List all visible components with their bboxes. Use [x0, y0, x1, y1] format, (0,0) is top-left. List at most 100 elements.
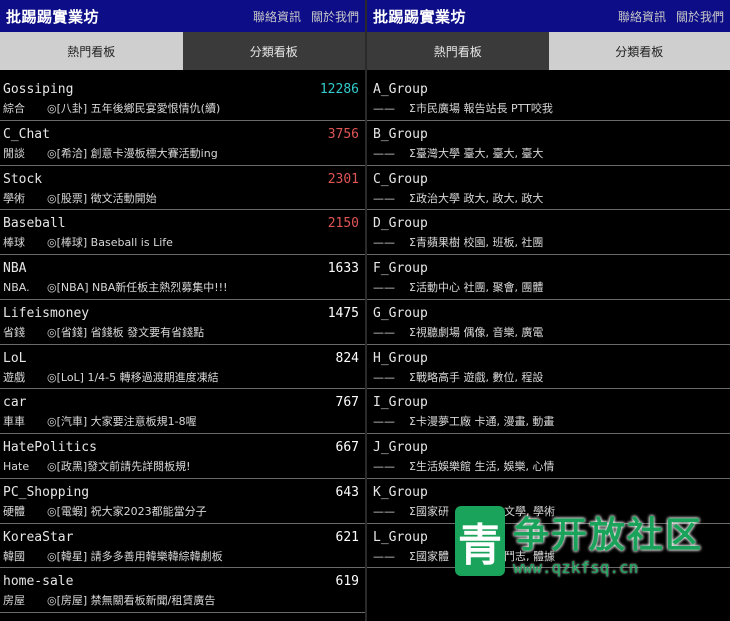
board-description: ◎[八卦] 五年後鄉民宴愛恨情仇(續)	[47, 102, 221, 115]
board-name: Lifeismoney	[3, 305, 90, 321]
board-popularity: 621	[335, 529, 359, 545]
board-row[interactable]: PC_Shopping 643 硬體 ◎[電蝦] 祝大家2023都能當分子	[0, 479, 365, 524]
board-row[interactable]: LoL 824 遊戲 ◎[LoL] 1/4-5 轉移過渡期進度凍結	[0, 345, 365, 390]
group-dash: ——	[373, 504, 395, 518]
app-title: 批踢踢實業坊	[6, 7, 100, 26]
board-row[interactable]: Stock 2301 學術 ◎[股票] 徵文活動開始	[0, 166, 365, 211]
watermark-text: 争开放社区	[513, 514, 704, 556]
board-description: ◎[棒球] Baseball is Life	[47, 236, 173, 250]
board-row[interactable]: Gossiping 12286 綜合 ◎[八卦] 五年後鄉民宴愛恨情仇(續)	[0, 76, 365, 121]
board-category: 遊戲	[3, 370, 25, 384]
board-category: 車車	[3, 415, 25, 429]
board-row[interactable]: KoreaStar 621 韓國 ◎[韓星] 請多多善用韓樂韓綜韓劇板	[0, 524, 365, 569]
board-popularity: 667	[335, 440, 359, 455]
about-link[interactable]: 關於我們	[676, 8, 724, 25]
board-category: 韓國	[3, 549, 25, 563]
board-row[interactable]: car 767 車車 ◎[汽車] 大家要注意板規1-8喔	[0, 389, 365, 434]
group-description: Σ卡漫夢工廠 卡通, 漫畫, 動畫	[409, 415, 555, 429]
top-bar: 批踢踢實業坊 聯絡資訊 關於我們	[367, 0, 730, 32]
group-row[interactable]: A_Group —— Σ市民廣場 報告站長 PTT咬我	[367, 76, 730, 121]
board-popularity: 643	[335, 484, 359, 500]
group-row[interactable]: D_Group —— Σ青蘋果樹 校園, 班板, 社團	[367, 210, 730, 255]
group-name: I_Group	[373, 395, 428, 411]
group-list: A_Group —— Σ市民廣場 報告站長 PTT咬我 B_Group —— Σ臺灣大學 …	[367, 76, 730, 569]
group-row[interactable]: C_Group —— Σ政治大學 政大, 政大, 政大	[367, 166, 730, 211]
board-popularity: 3756	[327, 126, 359, 142]
group-name: B_Group	[373, 126, 428, 142]
group-row[interactable]: J_Group —— Σ生活娛樂館 生活, 娛樂, 心情	[367, 434, 730, 479]
group-name: K_Group	[373, 484, 428, 500]
group-dash: ——	[373, 370, 395, 384]
board-popularity: 1633	[327, 261, 359, 276]
board-name: car	[3, 395, 27, 411]
group-dash: ——	[373, 281, 395, 294]
app-title: 批踢踢實業坊	[373, 7, 467, 26]
board-popularity: 12286	[319, 82, 359, 97]
board-popularity: 824	[335, 350, 359, 366]
group-dash: ——	[373, 415, 395, 429]
contact-link[interactable]: 聯絡資訊	[618, 8, 666, 25]
group-description: Σ活動中心 社團, 聚會, 團體	[409, 281, 544, 294]
board-description: ◎[NBA] NBA新任板主熱烈募集中!!!	[47, 281, 228, 294]
group-description: Σ青蘋果樹 校園, 班板, 社團	[409, 236, 544, 250]
board-name: C_Chat	[3, 126, 50, 142]
board-name: HatePolitics	[3, 440, 97, 455]
board-popularity: 1475	[327, 305, 359, 321]
board-description: ◎[電蝦] 祝大家2023都能當分子	[47, 504, 207, 518]
group-description: Σ視聽劇場 偶像, 音樂, 廣電	[409, 325, 544, 339]
group-name: J_Group	[373, 440, 428, 455]
group-dash: ——	[373, 236, 395, 250]
board-category: NBA.	[3, 281, 30, 294]
board-name: Stock	[3, 171, 43, 187]
board-name: LoL	[3, 350, 27, 366]
group-dash: ——	[373, 325, 395, 339]
board-row[interactable]: Lifeismoney 1475 省錢 ◎[省錢] 省錢板 發文要有省錢點	[0, 300, 365, 345]
board-description: ◎[韓星] 請多多善用韓樂韓綜韓劇板	[47, 549, 223, 563]
top-bar: 批踢踢實業坊 聯絡資訊 關於我們	[0, 0, 365, 32]
group-dash: ——	[373, 146, 395, 160]
about-link[interactable]: 關於我們	[311, 8, 359, 25]
group-row[interactable]: F_Group —— Σ活動中心 社團, 聚會, 團體	[367, 255, 730, 300]
tab-category-boards[interactable]: 分類看板	[548, 32, 730, 70]
group-name: A_Group	[373, 82, 428, 97]
tab-hot-boards[interactable]: 熱門看板	[367, 32, 549, 70]
group-dash: ——	[373, 549, 395, 563]
group-description: Σ政治大學 政大, 政大, 政大	[409, 191, 544, 205]
board-description: ◎[LoL] 1/4-5 轉移過渡期進度凍結	[47, 370, 219, 384]
board-row[interactable]: NBA 1633 NBA. ◎[NBA] NBA新任板主熱烈募集中!!!	[0, 255, 365, 300]
group-description: Σ生活娛樂館 生活, 娛樂, 心情	[409, 460, 555, 473]
board-category: 房屋	[3, 594, 25, 608]
tab-category-boards[interactable]: 分類看板	[182, 32, 365, 70]
watermark-logo: 青	[455, 506, 505, 576]
contact-link[interactable]: 聯絡資訊	[253, 8, 301, 25]
board-category: 硬體	[3, 504, 25, 518]
board-row[interactable]: C_Chat 3756 閒談 ◎[希洽] 創意卡漫板標大賽活動ing	[0, 121, 365, 166]
group-row[interactable]: I_Group —— Σ卡漫夢工廠 卡通, 漫畫, 動畫	[367, 389, 730, 434]
group-dash: ——	[373, 191, 395, 205]
group-row[interactable]: H_Group —— Σ戰略高手 遊戲, 數位, 程設	[367, 345, 730, 390]
board-description: ◎[政黑]發文前請先詳閱板規!	[47, 460, 191, 473]
board-popularity: 767	[335, 395, 359, 411]
board-name: NBA	[3, 261, 27, 276]
watermark-url: www.qzkfsq.cn	[513, 557, 639, 577]
board-name: KoreaStar	[3, 529, 74, 545]
board-row[interactable]: home-sale 619 房屋 ◎[房屋] 禁無關看板新聞/租賃廣告	[0, 568, 365, 613]
group-description: Σ戰略高手 遊戲, 數位, 程設	[409, 370, 544, 384]
board-category: 閒談	[3, 146, 25, 160]
board-category: 學術	[3, 191, 25, 205]
group-name: F_Group	[373, 261, 428, 276]
board-description: ◎[汽車] 大家要注意板規1-8喔	[47, 415, 197, 429]
group-name: H_Group	[373, 350, 428, 366]
hot-boards-panel: 批踢踢實業坊 聯絡資訊 關於我們 熱門看板 分類看板 Gossiping 1228…	[0, 0, 365, 621]
group-dash: ——	[373, 460, 395, 473]
group-row[interactable]: G_Group —— Σ視聽劇場 偶像, 音樂, 廣電	[367, 300, 730, 345]
board-row[interactable]: Baseball 2150 棒球 ◎[棒球] Baseball is Life	[0, 210, 365, 255]
group-row[interactable]: B_Group —— Σ臺灣大學 臺大, 臺大, 臺大	[367, 121, 730, 166]
group-name: G_Group	[373, 305, 428, 321]
board-row[interactable]: HatePolitics 667 Hate ◎[政黑]發文前請先詳閱板規!	[0, 434, 365, 479]
tab-hot-boards[interactable]: 熱門看板	[0, 32, 183, 70]
board-name: Gossiping	[3, 82, 74, 97]
board-name: PC_Shopping	[3, 484, 90, 500]
board-category: 省錢	[3, 325, 25, 339]
board-list: Gossiping 12286 綜合 ◎[八卦] 五年後鄉民宴愛恨情仇(續) C_Cha…	[0, 76, 365, 613]
